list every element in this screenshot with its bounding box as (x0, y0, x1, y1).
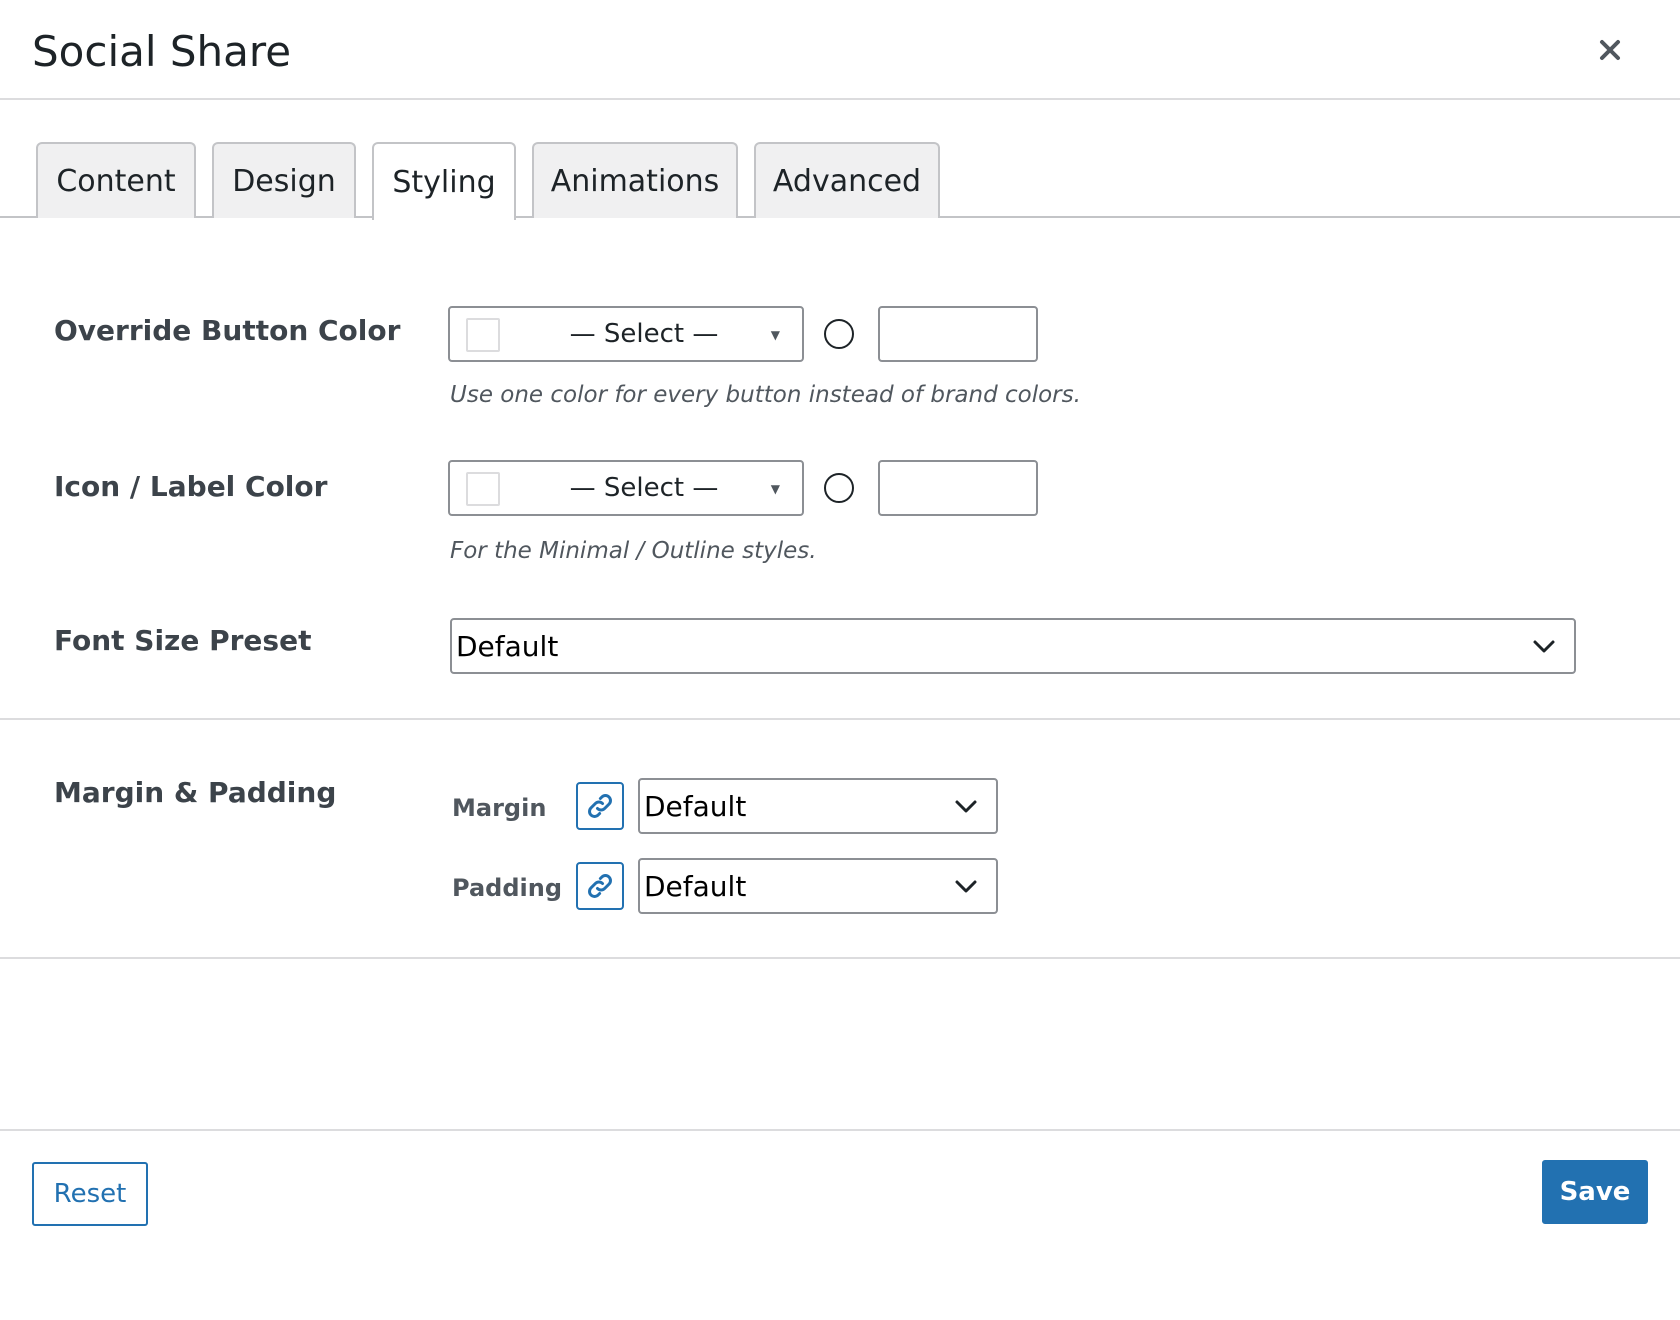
tab-bar: Content Design Styling Animations Advanc… (0, 140, 1680, 220)
social-share-dialog: Social Share Content Design Styling Anim… (0, 0, 1680, 1320)
section-divider (0, 957, 1680, 959)
close-icon (1600, 40, 1620, 60)
padding-label: Padding (452, 874, 562, 902)
close-button[interactable] (1590, 30, 1630, 70)
icon-label-color-radio[interactable] (824, 473, 854, 503)
margin-padding-label: Margin & Padding (54, 776, 337, 809)
tab-content[interactable]: Content (36, 142, 196, 218)
override-button-color-radio[interactable] (824, 319, 854, 349)
icon-label-color-hex-input[interactable] (878, 460, 1038, 516)
font-size-preset-label: Font Size Preset (54, 624, 312, 657)
chevron-down-icon (955, 880, 977, 893)
override-button-color-hex-input[interactable] (878, 306, 1038, 362)
tab-animations[interactable]: Animations (532, 142, 738, 218)
save-button[interactable]: Save (1542, 1160, 1648, 1224)
override-button-color-label: Override Button Color (54, 314, 401, 347)
icon-label-color-label: Icon / Label Color (54, 470, 328, 503)
link-icon (588, 874, 612, 898)
select-value: Default (644, 789, 747, 823)
select-value: Default (456, 629, 559, 663)
color-swatch (466, 472, 500, 506)
padding-link-button[interactable] (576, 862, 624, 910)
select-value: Default (644, 869, 747, 903)
color-swatch (466, 318, 500, 352)
footer-divider (0, 1129, 1680, 1131)
select-value: — Select — (569, 319, 719, 349)
margin-link-button[interactable] (576, 782, 624, 830)
chevron-down-icon (1533, 640, 1555, 653)
icon-label-color-select[interactable]: — Select — ▼ (448, 460, 804, 516)
dialog-header: Social Share (0, 0, 1680, 100)
tab-advanced[interactable]: Advanced (754, 142, 940, 218)
reset-button[interactable]: Reset (32, 1162, 148, 1226)
dialog-title: Social Share (32, 27, 292, 76)
tab-design[interactable]: Design (212, 142, 356, 218)
caret-down-icon: ▼ (770, 328, 780, 342)
tab-styling[interactable]: Styling (372, 142, 516, 220)
override-button-color-help: Use one color for every button instead o… (450, 382, 1081, 408)
font-size-preset-select[interactable]: Default (450, 618, 1576, 674)
override-button-color-select[interactable]: — Select — ▼ (448, 306, 804, 362)
margin-label: Margin (452, 794, 547, 822)
section-divider (0, 718, 1680, 720)
link-icon (588, 794, 612, 818)
chevron-down-icon (955, 800, 977, 813)
select-value: — Select — (569, 473, 719, 503)
padding-select[interactable]: Default (638, 858, 998, 914)
icon-label-color-help: For the Minimal / Outline styles. (450, 538, 817, 564)
caret-down-icon: ▼ (770, 482, 780, 496)
margin-select[interactable]: Default (638, 778, 998, 834)
